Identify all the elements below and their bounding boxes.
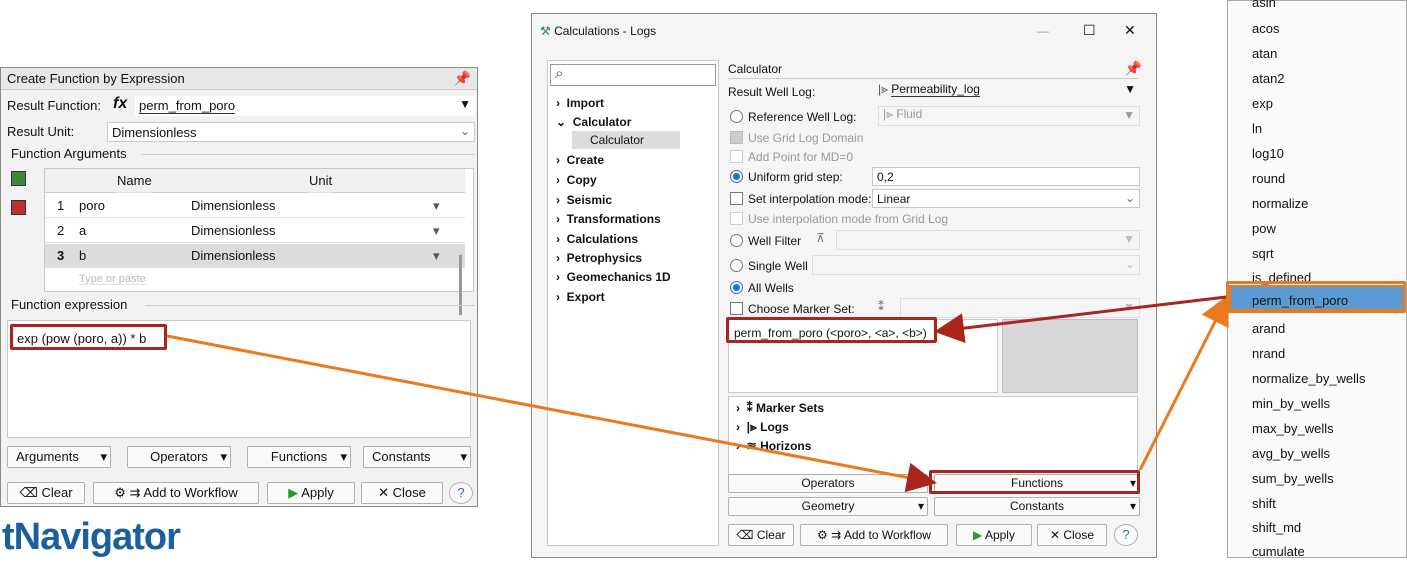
annotation-arrows xyxy=(166,294,1229,493)
